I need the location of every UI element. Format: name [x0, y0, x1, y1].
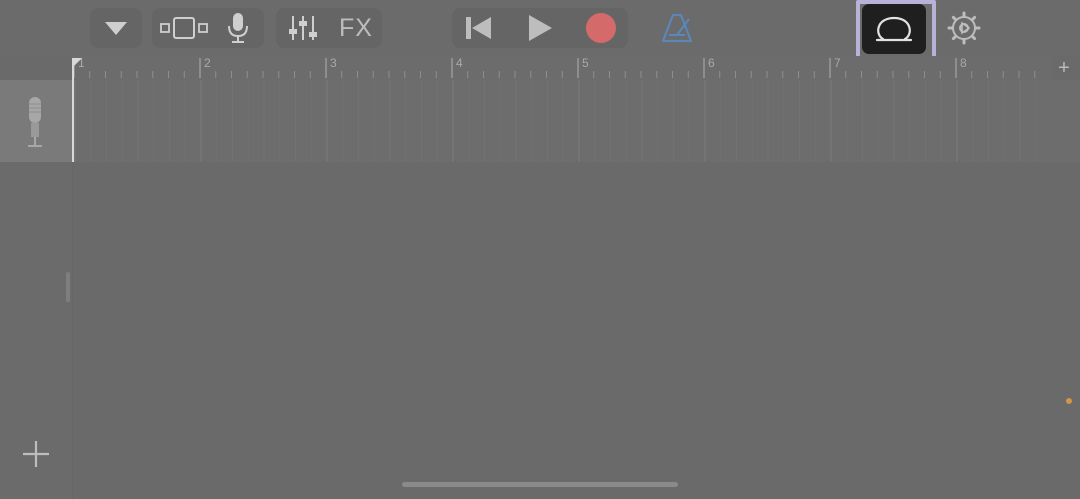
tracks-view-button[interactable]: [156, 10, 212, 46]
tracks-view-icon: [160, 17, 208, 39]
empty-workspace: [73, 162, 1080, 499]
bar-number-label: 6: [708, 56, 715, 70]
timeline-ruler[interactable]: 12345678: [72, 56, 1052, 81]
gear-icon: [947, 11, 981, 45]
add-section-button[interactable]: +: [1052, 56, 1076, 80]
sliders-icon: [289, 16, 317, 40]
status-dot: [1066, 398, 1072, 404]
fx-button[interactable]: FX: [334, 10, 378, 46]
bar-number-label: 2: [204, 56, 211, 70]
bar-number-label: 8: [960, 56, 967, 70]
play-icon: [529, 15, 552, 41]
bar-number-label: 3: [330, 56, 337, 70]
record-button[interactable]: [580, 10, 622, 46]
mixer-button[interactable]: [282, 10, 324, 46]
bar-number-label: 7: [834, 56, 841, 70]
metronome-icon: [661, 13, 693, 43]
garageband-app: FX 1 2 3 4 5 6 7 8 +: [0, 0, 1080, 499]
rewind-button[interactable]: [458, 10, 498, 46]
microphone-icon: [28, 97, 42, 147]
settings-button[interactable]: [942, 10, 986, 46]
fx-label: FX: [339, 13, 373, 42]
lane-grid: [74, 80, 1037, 162]
home-indicator: [402, 482, 678, 487]
play-button[interactable]: [520, 10, 560, 46]
track-header-audio-recorder[interactable]: [0, 80, 72, 162]
add-track-button[interactable]: [18, 436, 54, 472]
track-lane[interactable]: [73, 80, 1080, 163]
toolbar: FX: [0, 0, 1080, 62]
skip-back-icon: [466, 17, 491, 39]
bar-number-label: 4: [456, 56, 463, 70]
microphone-button[interactable]: [220, 10, 256, 46]
loop-browser-button[interactable]: [862, 4, 926, 54]
metronome-button[interactable]: [656, 10, 698, 46]
playhead[interactable]: [72, 58, 74, 162]
record-icon: [586, 13, 616, 43]
ruler-ticks: [73, 58, 1036, 78]
microphone-icon: [228, 13, 248, 43]
plus-icon: [23, 441, 49, 467]
view-menu-button[interactable]: [96, 10, 136, 46]
bar-number-label: 5: [582, 56, 589, 70]
header-resize-handle[interactable]: [66, 272, 70, 302]
triangle-down-icon: [105, 22, 127, 35]
loop-icon: [875, 16, 913, 42]
